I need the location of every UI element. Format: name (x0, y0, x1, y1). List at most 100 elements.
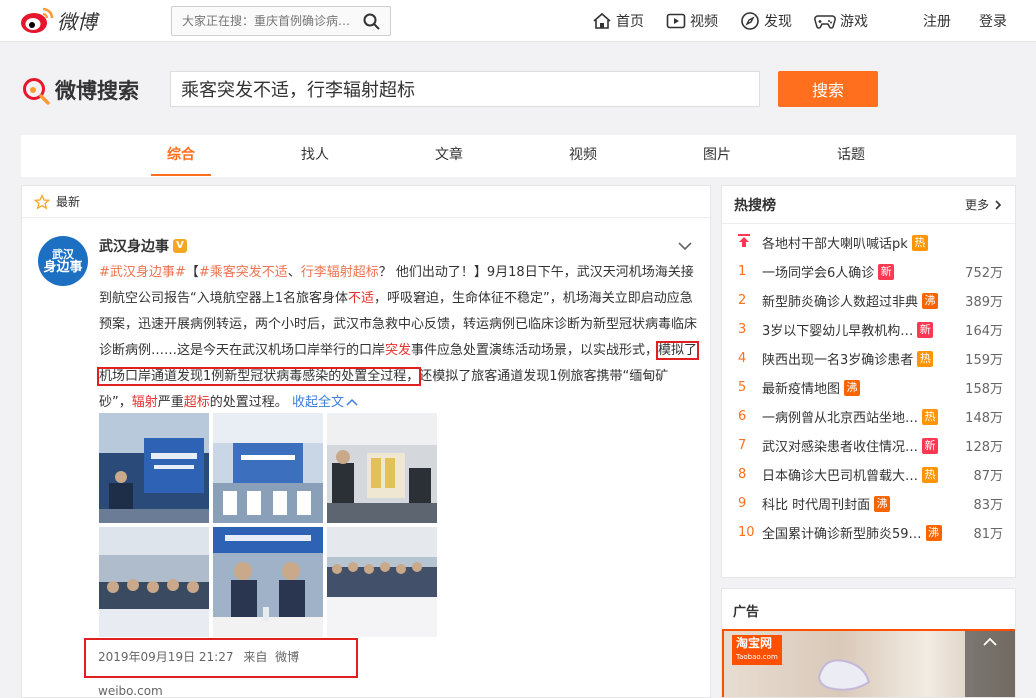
top-search-box[interactable] (171, 6, 391, 36)
post-photo[interactable] (99, 527, 209, 637)
hot-search-item[interactable]: 各地村干部大喇叭喊话pk 热 (722, 228, 1015, 257)
hot-search-list: 各地村干部大喇叭喊话pk 热 1 一场同学会6人确诊新 752万 2 新型肺炎确诊人数超过非… (722, 224, 1015, 547)
hot-search-item[interactable]: 2 新型肺炎确诊人数超过非典沸 389万 (722, 286, 1015, 315)
top-navbar: 微博 首页 视频 发现 游戏 注册 登录 (0, 0, 1036, 42)
nav-game[interactable]: 游戏 (814, 11, 868, 31)
ad-title: 广告 (733, 605, 760, 620)
hot-search-item[interactable]: 4 陕西出现一名3岁确诊患者热 159万 (722, 344, 1015, 373)
nav-video[interactable]: 视频 (666, 11, 718, 31)
post-photo[interactable] (99, 413, 209, 523)
post-photo[interactable] (213, 527, 323, 637)
hot-search-item[interactable]: 3 3岁以下婴幼儿早教机构… 新 164万 (722, 315, 1015, 344)
login-link[interactable]: 登录 (979, 11, 1007, 31)
gamepad-icon (814, 15, 836, 29)
hot-tag-badge: 新 (922, 437, 939, 454)
nav-discover[interactable]: 发现 (740, 11, 792, 31)
search-button[interactable]: 搜索 (778, 71, 878, 107)
hot-rank: 5 (738, 380, 747, 395)
avatar[interactable]: 武汉 身边事 (38, 236, 88, 286)
ad-panel: 广告 淘宝网 Taobao.com (721, 588, 1016, 698)
home-icon (593, 12, 611, 29)
hot-rank: 3 (738, 322, 747, 337)
search-icon[interactable] (363, 13, 380, 34)
avatar-line2: 身边事 (43, 260, 83, 275)
keyword-highlight: 不适 (348, 291, 375, 306)
tab-all[interactable]: 综合 (143, 135, 219, 177)
hot-rank: 1 (738, 264, 747, 279)
tab-people[interactable]: 找人 (277, 135, 353, 177)
hot-rank: 9 (738, 496, 747, 511)
hot-count: 128万 (965, 440, 1003, 455)
tab-articles[interactable]: 文章 (411, 135, 487, 177)
top-search-input[interactable] (182, 14, 362, 28)
hot-search-item[interactable]: 9 科比 时代周刊封面沸 83万 (722, 489, 1015, 518)
chevron-up-icon (346, 398, 358, 406)
hot-search-text: 新型肺炎确诊人数超过非典 (762, 295, 919, 310)
pinned-arrow-icon (738, 234, 762, 251)
tab-topics[interactable]: 话题 (813, 135, 889, 177)
hot-count: 159万 (965, 353, 1003, 368)
hot-count: 389万 (965, 295, 1003, 310)
hot-tag-badge: 热 (911, 234, 928, 251)
hot-rank: 8 (738, 467, 747, 482)
text-segment: 事件应急处置演练活动场景，以实战形式， (411, 343, 659, 358)
hot-count: 148万 (965, 411, 1003, 426)
more-label: 更多 (964, 198, 989, 212)
nav-game-label: 游戏 (840, 14, 868, 30)
post-from-label: 来自 (243, 650, 268, 664)
ad-banner[interactable]: 淘宝网 Taobao.com (722, 629, 1015, 697)
hot-search-item[interactable]: 8 日本确诊大巴司机曾载大… 热 87万 (722, 460, 1015, 489)
hot-search-panel: 热搜榜 更多 各地村干部大喇叭喊话pk 热 1 一场同学会6人确诊新 752万 2 新型肺炎… (721, 185, 1016, 578)
hot-search-item[interactable]: 7 武汉对感染患者收住情况… 新 128万 (722, 431, 1015, 460)
chevron-up-icon[interactable] (965, 631, 1015, 697)
search-tabs: 综合 找人 文章 视频 图片 话题 (21, 135, 1016, 177)
main-search-input[interactable] (181, 78, 749, 100)
text-segment: 严重 (157, 395, 184, 410)
hot-rank: 7 (738, 438, 747, 453)
post-author[interactable]: 武汉身边事 V (99, 236, 187, 256)
weibo-search-logo[interactable]: 微博搜索 (21, 75, 139, 105)
video-icon (666, 13, 686, 29)
topic-link[interactable]: #乘客突发不适 (199, 265, 288, 280)
keyword-highlight: 辐射 (131, 395, 158, 410)
weibo-search-icon (23, 78, 50, 105)
hot-search-item[interactable]: 10 全国累计确诊新型肺炎59… 沸 81万 (722, 518, 1015, 547)
post-photo[interactable] (327, 413, 437, 523)
post-photo[interactable] (327, 527, 437, 637)
account-links: 注册 登录 (895, 0, 1007, 42)
hot-search-text: 各地村干部大喇叭喊话pk (762, 237, 908, 252)
hot-rank: 10 (738, 525, 755, 540)
weibo-logo[interactable]: 微博 (20, 5, 97, 35)
hot-rank: 6 (738, 409, 747, 424)
more-link[interactable]: 更多 (965, 196, 1003, 213)
text-segment: 【 (185, 265, 199, 280)
hot-tag-badge: 新 (878, 263, 895, 280)
keyword-highlight: 超标 (183, 395, 210, 410)
hot-search-text: 一场同学会6人确诊 (762, 266, 875, 281)
main-search-box[interactable] (170, 71, 760, 107)
nav-home-label: 首页 (616, 14, 644, 30)
taobao-brand: 淘宝网 (736, 636, 773, 650)
hot-count: 164万 (965, 324, 1003, 339)
taobao-logo: 淘宝网 Taobao.com (732, 635, 782, 665)
chevron-down-icon[interactable] (678, 240, 692, 255)
shoe-graphic (817, 659, 871, 691)
post-time[interactable]: 2019年09月19日 21:27 (98, 650, 233, 664)
hot-search-item[interactable]: 1 一场同学会6人确诊新 752万 (722, 257, 1015, 286)
hot-count: 158万 (965, 382, 1003, 397)
tab-videos[interactable]: 视频 (545, 135, 621, 177)
nav-home[interactable]: 首页 (592, 11, 644, 31)
post-photo[interactable] (213, 413, 323, 523)
topic-link[interactable]: #武汉身边事# (99, 265, 186, 280)
hot-search-text: 一病例曾从北京西站坐地… (762, 411, 919, 426)
weibo-eye-icon (20, 5, 54, 35)
register-link[interactable]: 注册 (923, 11, 951, 31)
compass-icon (741, 12, 759, 30)
collapse-label: 收起全文 (291, 395, 344, 410)
chevron-right-icon (995, 199, 1002, 210)
hot-search-item[interactable]: 5 最新疫情地图沸 158万 (722, 373, 1015, 402)
tab-images[interactable]: 图片 (679, 135, 755, 177)
hot-search-text: 陕西出现一名3岁确诊患者 (762, 353, 914, 368)
hot-search-item[interactable]: 6 一病例曾从北京西站坐地… 热 148万 (722, 402, 1015, 431)
collapse-link[interactable]: 收起全文 (292, 395, 358, 410)
